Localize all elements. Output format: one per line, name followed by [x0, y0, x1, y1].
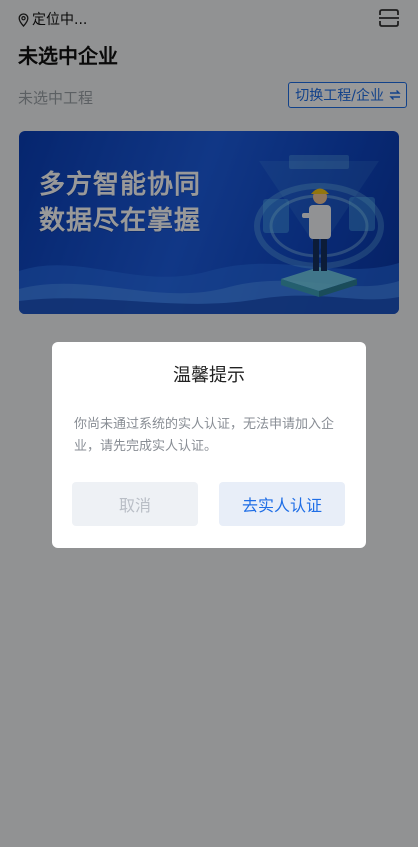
verification-dialog: 温馨提示 你尚未通过系统的实人认证，无法申请加入企业，请先完成实人认证。 取消 …	[52, 342, 366, 548]
cancel-button[interactable]: 取消	[72, 482, 198, 526]
dialog-title: 温馨提示	[173, 365, 245, 386]
go-verify-button[interactable]: 去实人认证	[219, 482, 345, 526]
dialog-message: 你尚未通过系统的实人认证，无法申请加入企业，请先完成实人认证。	[74, 417, 335, 454]
